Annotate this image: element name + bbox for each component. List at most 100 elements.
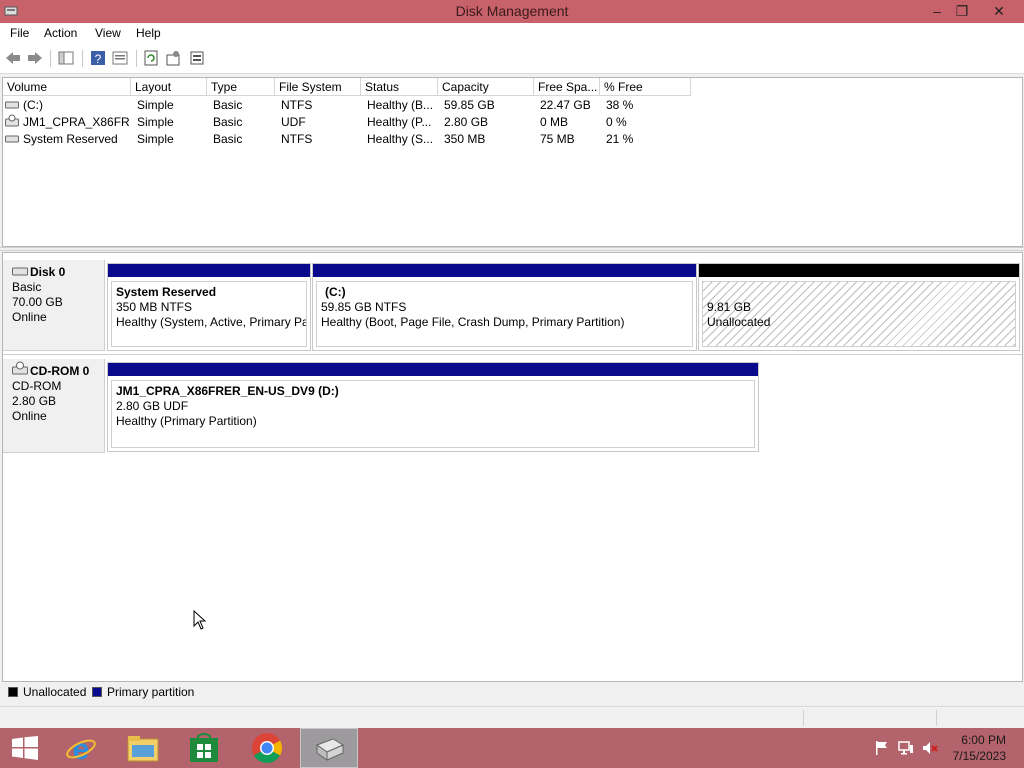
menu-help[interactable]: Help bbox=[136, 26, 161, 40]
cell-volume: (C:) bbox=[23, 98, 43, 112]
taskbar-windows-store[interactable] bbox=[176, 728, 234, 768]
cell-volume: JM1_CPRA_X86FR... bbox=[23, 115, 129, 129]
partition-status: Unallocated bbox=[707, 315, 771, 329]
partition-size: 350 MB NTFS bbox=[116, 300, 193, 314]
window-title: Disk Management bbox=[455, 3, 569, 19]
primary-partition-bar bbox=[313, 264, 696, 277]
forward-icon[interactable] bbox=[26, 49, 44, 67]
legend: Unallocated Primary partition bbox=[2, 682, 1021, 702]
disk-status: Online bbox=[12, 409, 47, 423]
taskbar-internet-explorer[interactable]: e bbox=[52, 728, 110, 768]
partition-cdrom-d[interactable]: JM1_CPRA_X86FRER_EN-US_DV9 (D:) 2.80 GB … bbox=[107, 362, 759, 452]
restore-button[interactable]: ❐ bbox=[947, 0, 977, 22]
drive-icon bbox=[5, 101, 19, 109]
windows-start-icon bbox=[12, 736, 38, 760]
console-tree-icon[interactable] bbox=[57, 49, 75, 67]
cell-type: Basic bbox=[213, 132, 243, 146]
partition-unallocated[interactable]: 9.81 GB Unallocated bbox=[698, 263, 1020, 351]
refresh-icon[interactable] bbox=[142, 49, 160, 67]
cell-file-system: NTFS bbox=[281, 98, 313, 112]
disk-type: Basic bbox=[12, 280, 42, 294]
chrome-icon bbox=[252, 733, 283, 764]
menu-view[interactable]: View bbox=[95, 26, 121, 40]
mouse-cursor-icon bbox=[193, 610, 207, 630]
partition-title: JM1_CPRA_X86FRER_EN-US_DV9 (D:) bbox=[116, 384, 339, 398]
svg-text:?: ? bbox=[95, 52, 102, 66]
cell-capacity: 350 MB bbox=[444, 132, 486, 146]
primary-partition-bar bbox=[108, 264, 310, 277]
disk-graphical-view: Disk 0 Basic 70.00 GB Online System Rese… bbox=[2, 252, 1023, 682]
rescan-icon[interactable] bbox=[188, 49, 206, 67]
column-header-layout[interactable]: Layout bbox=[131, 78, 207, 96]
partition-size: 9.81 GB bbox=[707, 300, 752, 314]
cell-percent-free: 21 % bbox=[606, 132, 634, 146]
svg-text:e: e bbox=[73, 733, 90, 764]
partition-status: Healthy (Boot, Page File, Crash Dump, Pr… bbox=[321, 315, 625, 329]
taskbar-file-explorer[interactable] bbox=[114, 728, 172, 768]
menu-bar: File Action View Help bbox=[0, 23, 1024, 44]
disk-type: CD-ROM bbox=[12, 379, 62, 393]
hard-disk-icon bbox=[12, 267, 28, 276]
taskbar-disk-management[interactable] bbox=[300, 728, 358, 768]
volume-muted-icon[interactable] bbox=[922, 740, 938, 756]
column-header-percent-free[interactable]: % Free bbox=[600, 78, 691, 96]
toolbar-separator bbox=[136, 50, 137, 67]
properties-icon[interactable] bbox=[111, 49, 129, 67]
column-header-type[interactable]: Type bbox=[207, 78, 275, 96]
partition-c-drive[interactable]: (C:) 59.85 GB NTFS Healthy (Boot, Page F… bbox=[312, 263, 697, 351]
system-clock[interactable]: 6:00 PM 7/15/2023 bbox=[953, 732, 1006, 764]
cdrom-0-info[interactable]: CD-ROM 0 CD-ROM 2.80 GB Online bbox=[3, 359, 105, 453]
cell-file-system: NTFS bbox=[281, 132, 313, 146]
disk-0-info[interactable]: Disk 0 Basic 70.00 GB Online bbox=[3, 260, 105, 351]
cell-layout: Simple bbox=[137, 115, 174, 129]
cell-capacity: 59.85 GB bbox=[444, 98, 495, 112]
partition-system-reserved[interactable]: System Reserved 350 MB NTFS Healthy (Sys… bbox=[107, 263, 311, 351]
legend-label-unallocated: Unallocated bbox=[23, 685, 87, 699]
unallocated-bar bbox=[699, 264, 1019, 277]
settings-icon[interactable] bbox=[164, 49, 182, 67]
menu-file[interactable]: File bbox=[10, 26, 29, 40]
column-header-capacity[interactable]: Capacity bbox=[438, 78, 534, 96]
column-header-file-system[interactable]: File System bbox=[275, 78, 361, 96]
windows-store-icon bbox=[190, 733, 218, 762]
column-header-status[interactable]: Status bbox=[361, 78, 438, 96]
partition-size: 59.85 GB NTFS bbox=[321, 300, 407, 314]
column-header-free-space[interactable]: Free Spa... bbox=[534, 78, 600, 96]
cdrom-icon bbox=[12, 361, 28, 375]
network-icon[interactable] bbox=[898, 740, 914, 756]
pane-splitter[interactable] bbox=[0, 247, 1024, 251]
legend-swatch-primary bbox=[92, 687, 102, 697]
cell-percent-free: 0 % bbox=[606, 115, 627, 129]
volume-list[interactable]: Volume Layout Type File System Status Ca… bbox=[2, 77, 1023, 247]
toolbar-separator bbox=[82, 50, 83, 67]
taskbar-chrome[interactable] bbox=[238, 728, 296, 768]
partition-status: Healthy (System, Active, Primary Pa bbox=[116, 315, 307, 329]
cell-type: Basic bbox=[213, 98, 243, 112]
cell-free-space: 75 MB bbox=[540, 132, 575, 146]
partition-size: 2.80 GB UDF bbox=[116, 399, 189, 413]
menu-action[interactable]: Action bbox=[44, 26, 77, 40]
column-header-volume[interactable]: Volume bbox=[3, 78, 131, 96]
partition-title: System Reserved bbox=[116, 285, 217, 299]
clock-time: 6:00 PM bbox=[961, 733, 1006, 747]
legend-swatch-unallocated bbox=[8, 687, 18, 697]
file-explorer-icon bbox=[127, 736, 159, 762]
status-bar bbox=[0, 706, 1024, 729]
cell-volume: System Reserved bbox=[23, 132, 118, 146]
drive-icon bbox=[5, 135, 19, 143]
internet-explorer-icon: e bbox=[66, 733, 96, 764]
action-center-flag-icon[interactable] bbox=[874, 740, 890, 756]
cell-free-space: 0 MB bbox=[540, 115, 569, 129]
primary-partition-bar bbox=[108, 363, 758, 376]
partition-status: Healthy (Primary Partition) bbox=[116, 414, 257, 428]
cell-status: Healthy (P... bbox=[367, 115, 432, 129]
back-icon[interactable] bbox=[4, 49, 22, 67]
cell-status: Healthy (B... bbox=[367, 98, 434, 112]
cdrom-icon bbox=[5, 114, 19, 127]
legend-label-primary: Primary partition bbox=[107, 685, 195, 699]
status-separator bbox=[803, 710, 804, 726]
help-icon[interactable]: ? bbox=[89, 49, 107, 67]
close-button[interactable]: ✕ bbox=[984, 0, 1014, 22]
start-button[interactable] bbox=[0, 728, 58, 768]
cell-free-space: 22.47 GB bbox=[540, 98, 591, 112]
